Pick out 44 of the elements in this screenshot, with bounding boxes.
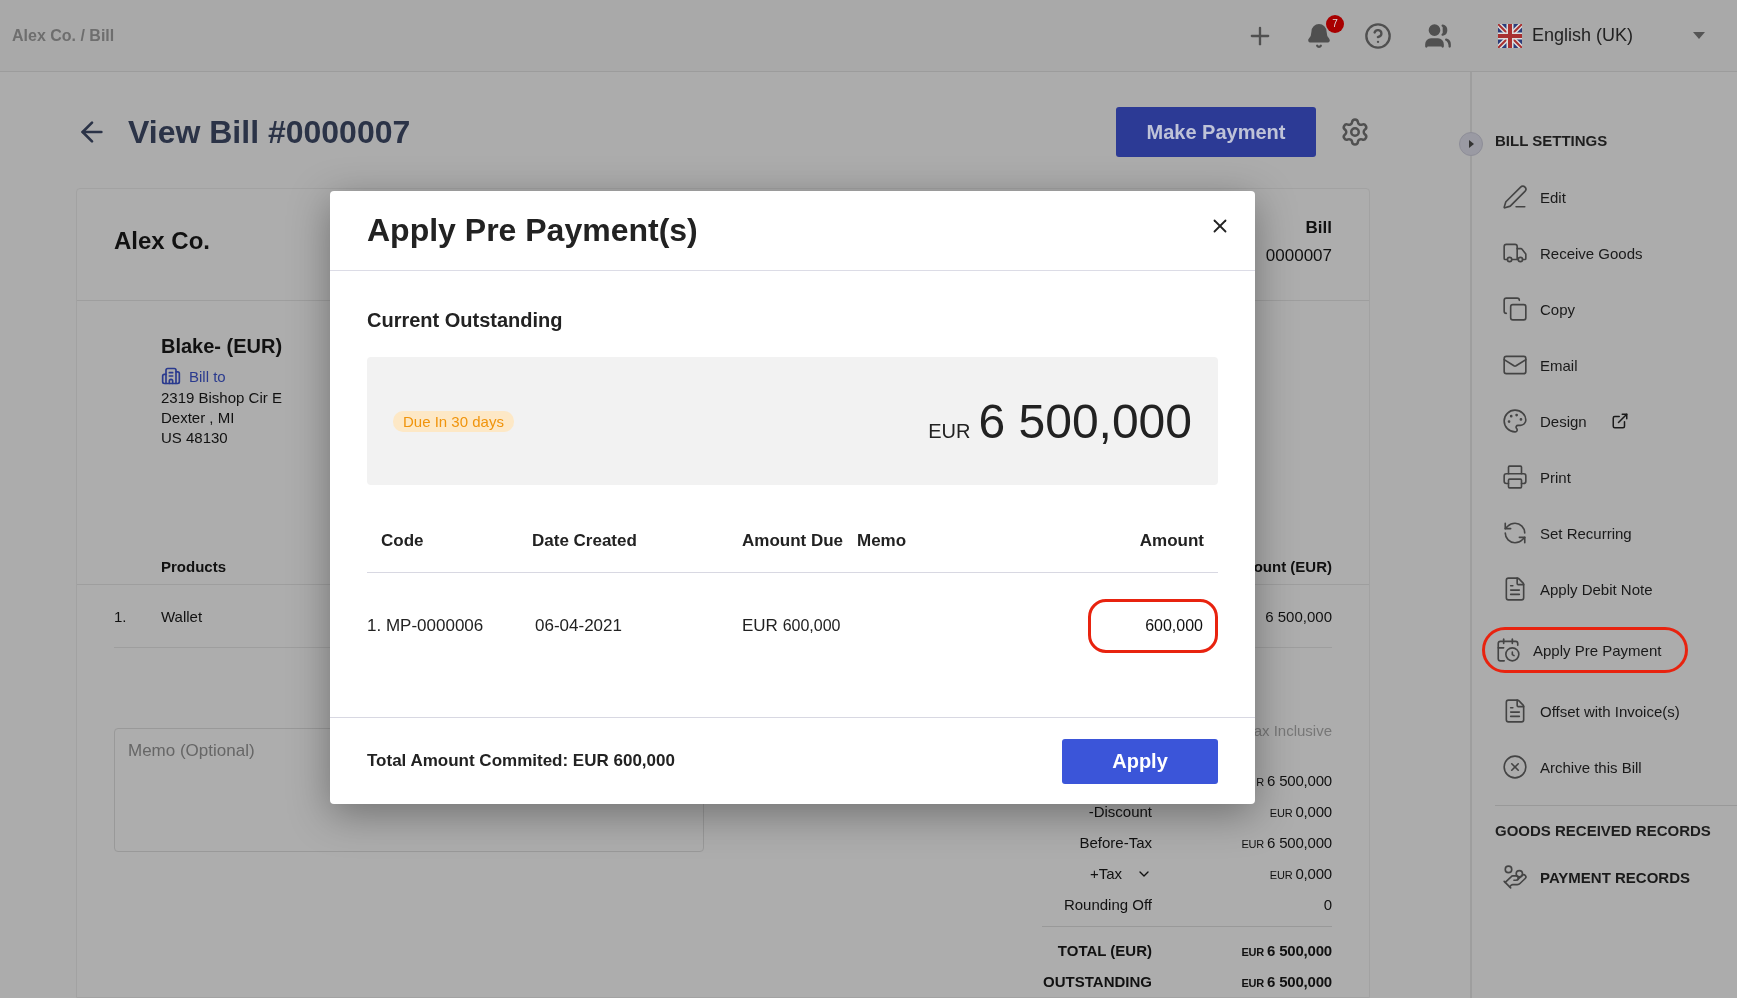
vendor-name: Blake- (EUR) — [161, 335, 283, 358]
total-label: Rounding Off — [1063, 896, 1152, 913]
column-header: Memo — [857, 531, 908, 551]
document-number: 0000007 — [1265, 246, 1332, 266]
total-label: Before-Tax — [1079, 834, 1152, 851]
table-cell: 6 500,000 — [1265, 607, 1332, 625]
total-label: OUTSTANDING — [1043, 973, 1152, 990]
company-name: Alex Co. — [114, 227, 211, 256]
column-header: Products — [161, 557, 226, 575]
total-label: +Tax — [1089, 865, 1122, 882]
row-number: 1. — [114, 607, 128, 625]
total-value: EUR 6 500,000 — [1240, 942, 1332, 959]
breadcrumb: Alex Co. / Bill — [12, 26, 115, 45]
section-title: GOODS RECEIVED RECORDS — [1495, 822, 1712, 839]
address-line: 2319 Bishop Cir E — [161, 388, 282, 408]
table-cell: Wallet — [161, 607, 203, 625]
total-value: R 6 500,000 — [1255, 772, 1332, 789]
document-label: Bill — [1305, 218, 1332, 238]
total-value: 0 — [1322, 896, 1332, 913]
total-label: -Discount — [1088, 803, 1152, 820]
column-header: Amount Due — [742, 531, 845, 551]
column-header: Date Created — [532, 531, 638, 551]
due-badge: Due In 30 days — [393, 410, 514, 432]
table-cell-text: EUR 600,000 — [742, 615, 842, 636]
address-line: US 48130 — [161, 428, 228, 448]
section-title: BILL SETTINGS — [1495, 132, 1609, 149]
outstanding-amount: 6 500,000 — [978, 393, 1192, 449]
column-header: ount (EUR) — [1253, 557, 1332, 575]
table-cell-text: 1. MP-0000006 — [367, 615, 485, 636]
total-value: EUR 0,000 — [1268, 803, 1332, 820]
section-title: Current Outstanding — [367, 309, 564, 332]
column-header: Code — [380, 531, 425, 551]
total-value: EUR 0,000 — [1268, 865, 1332, 882]
column-header: Amount — [1138, 531, 1205, 551]
total-committed: Total Amount Commited: EUR 600,000 — [367, 751, 675, 771]
page-title: View Bill #0000007 — [128, 113, 411, 151]
notification-count: 7 — [1325, 14, 1344, 33]
address-line: Dexter , MI — [161, 408, 235, 428]
total-label: TOTAL (EUR) — [1057, 942, 1152, 959]
total-value: EUR 6 500,000 — [1240, 973, 1332, 990]
total-value: EUR 6 500,000 — [1240, 834, 1332, 851]
table-cell-text: 06-04-2021 — [534, 615, 623, 636]
modal-title: Apply Pre Payment(s) — [367, 212, 698, 249]
currency-label: EUR — [928, 419, 971, 443]
